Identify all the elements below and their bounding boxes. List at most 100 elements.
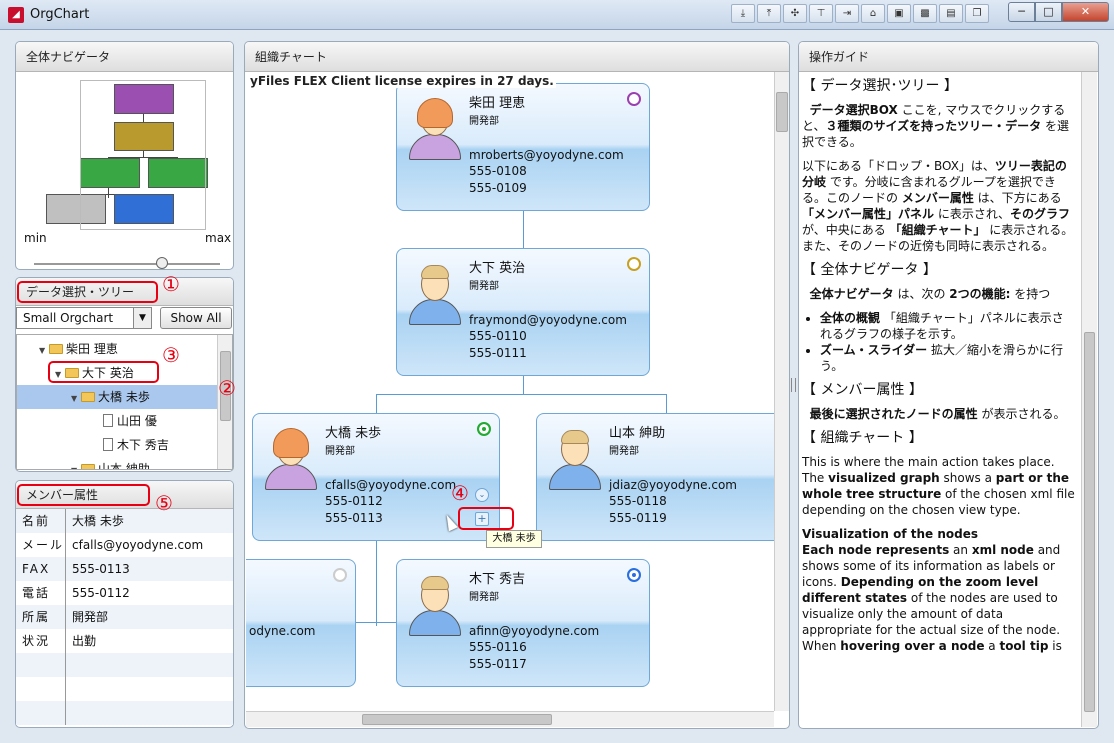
license-notice: yFiles FLEX Client license expires in 27… <box>248 74 556 88</box>
attr-row-empty <box>16 653 233 677</box>
guide-paragraph: Visualization of the nodes Each node repr… <box>802 527 1062 653</box>
org-tree: ▼柴田 理恵 ▼大下 英治 ▼大橋 未歩 山田 優 木下 秀吉 ▼山本 紳助 <box>16 334 233 470</box>
attr-row-empty <box>16 677 233 701</box>
nav-viewport[interactable] <box>80 80 206 230</box>
attr-row: 状況 出勤 <box>16 629 233 653</box>
annotation-box <box>458 507 514 530</box>
tool8-icon[interactable]: ▩ <box>913 4 937 23</box>
org-chart-canvas[interactable]: 柴田 理恵 開発部 mroberts@yoyodyne.com 555-0108… <box>246 72 774 711</box>
combo-value: Small Orgchart <box>23 311 114 325</box>
tool10-icon[interactable]: ❐ <box>965 4 989 23</box>
collapse-chevron-icon[interactable]: ⌄ <box>475 488 489 502</box>
expand-arrow-icon[interactable]: ▼ <box>71 387 81 411</box>
attr-row: メール cfalls@yoyodyne.com <box>16 533 233 557</box>
male-avatar-icon <box>407 574 463 636</box>
tree-item[interactable]: ▼ 柴田 理恵 <box>17 337 217 361</box>
annotation-number: ③ <box>162 343 180 367</box>
guide-heading: 【 全体ナビゲータ 】 <box>802 262 937 278</box>
tool9-icon[interactable]: ▤ <box>939 4 963 23</box>
chart-edge <box>666 394 667 414</box>
tool5-icon[interactable]: ⇥ <box>835 4 859 23</box>
guide-heading: 【 組織チャート 】 <box>802 430 923 446</box>
app-logo-icon: ◢ <box>8 7 24 23</box>
close-button[interactable]: ✕ <box>1062 2 1109 22</box>
female-avatar-icon <box>407 98 463 160</box>
title-bar: ◢ OrgChart ⤓ ⤒ ✣ ⊤ ⇥ ⌂ ▣ ▩ ▤ ❐ ─ □ ✕ <box>0 0 1114 30</box>
org-node[interactable]: 木下 秀吉 開発部 afinn@yoyodyne.com 555-0116 55… <box>396 559 650 687</box>
navigator-overview[interactable] <box>22 80 208 230</box>
minimize-button[interactable]: ─ <box>1008 2 1035 22</box>
org-node[interactable]: odyne.com <box>246 559 356 687</box>
chart-edge <box>376 394 666 395</box>
zoom-slider-track[interactable] <box>34 263 220 265</box>
expand-arrow-icon[interactable]: ▼ <box>71 459 81 469</box>
guide-paragraph: 最後に選択されたノードの属性 が表示される。 <box>809 407 1066 421</box>
org-node[interactable]: 山本 紳助 開発部 jdiaz@yoyodyne.com 555-0118 55… <box>536 413 774 541</box>
org-node[interactable]: 柴田 理恵 開発部 mroberts@yoyodyne.com 555-0108… <box>396 83 650 211</box>
folder-icon <box>81 392 95 402</box>
guide-vscrollbar[interactable] <box>1081 72 1097 727</box>
tree-size-combo[interactable]: Small Orgchart ▼ <box>16 307 152 329</box>
zoom-max-label: max <box>205 231 232 245</box>
annotation-number: ⑤ <box>155 491 173 515</box>
tool1-icon[interactable]: ⤓ <box>731 4 755 23</box>
tree-scrollbar[interactable] <box>217 335 232 469</box>
tree-item[interactable]: ▼山本 紳助 <box>17 457 217 469</box>
attr-row: FAX 555-0113 <box>16 557 233 581</box>
chevron-down-icon[interactable]: ▼ <box>133 308 151 328</box>
folder-icon <box>81 464 95 469</box>
annotation-number: ② <box>218 376 236 400</box>
expand-arrow-icon[interactable]: ▼ <box>39 339 49 363</box>
status-indicator-icon <box>333 568 347 582</box>
zoom-slider-thumb[interactable] <box>156 257 168 269</box>
chart-edge <box>356 622 396 623</box>
tool6-icon[interactable]: ⌂ <box>861 4 885 23</box>
chart-edge <box>376 394 377 414</box>
guide-content: 【 データ選択･ツリー 】 データ選択BOX ここを, マウスでクリックすると、… <box>800 72 1078 727</box>
maximize-button[interactable]: □ <box>1035 2 1062 22</box>
status-indicator-icon <box>477 422 491 436</box>
tree-item[interactable]: 山田 優 <box>17 409 217 433</box>
tool2-icon[interactable]: ⤒ <box>757 4 781 23</box>
document-icon <box>103 414 113 427</box>
guide-list-item: 全体の概観 「組織チャート」パネルに表示されるグラフの様子を示す。 <box>820 310 1075 342</box>
guide-vscroll-thumb[interactable] <box>1084 332 1095 712</box>
status-indicator-icon <box>627 257 641 271</box>
chart-panel-title: 組織チャート <box>245 42 789 72</box>
guide-paragraph: This is where the main action takes plac… <box>802 455 1075 517</box>
show-all-button[interactable]: Show All <box>160 307 232 329</box>
annotation-number: ④ <box>451 481 469 505</box>
chart-hscrollbar[interactable] <box>246 711 774 727</box>
node-tooltip: 大橋 未歩 <box>486 530 542 548</box>
document-icon <box>103 438 113 451</box>
annotation-number: ① <box>162 272 180 296</box>
guide-panel-title: 操作ガイド <box>799 42 1098 72</box>
tool7-icon[interactable]: ▣ <box>887 4 911 23</box>
tree-item[interactable]: 木下 秀吉 <box>17 433 217 457</box>
attr-row: 所属 開発部 <box>16 605 233 629</box>
navigator-title: 全体ナビゲータ <box>16 42 233 72</box>
guide-list-item: ズーム・スライダー 拡大／縮小を滑らかに行う。 <box>820 342 1075 374</box>
tree-item-selected[interactable]: ▼ 大橋 未歩 <box>17 385 217 409</box>
chart-hscroll-thumb[interactable] <box>362 714 552 725</box>
annotation-box <box>17 281 158 303</box>
splitter-handle-icon[interactable] <box>791 378 796 392</box>
attr-row: 電話 555-0112 <box>16 581 233 605</box>
window-title: OrgChart <box>30 7 90 22</box>
guide-list: 全体の概観 「組織チャート」パネルに表示されるグラフの様子を示す。 ズーム・スラ… <box>820 310 1075 374</box>
tool4-icon[interactable]: ⊤ <box>809 4 833 23</box>
guide-paragraph: データ選択BOX ここを, マウスでクリックすると、３種類のサイズを持ったツリー… <box>802 103 1070 149</box>
attr-row: 名前 大橋 未歩 <box>16 509 233 533</box>
member-attr-table: 名前 大橋 未歩 メール cfalls@yoyodyne.com FAX 555-01… <box>16 509 233 725</box>
guide-heading: 【 データ選択･ツリー 】 <box>802 78 958 94</box>
chart-edge <box>523 376 524 395</box>
window-controls: ─ □ ✕ <box>1008 2 1109 22</box>
org-node[interactable]: 大下 英治 開発部 fraymond@yoyodyne.com 555-0110… <box>396 248 650 376</box>
zoom-min-label: min <box>24 231 47 245</box>
chart-vscrollbar[interactable] <box>774 72 789 711</box>
chart-vscroll-thumb[interactable] <box>776 92 788 132</box>
status-indicator-icon <box>627 568 641 582</box>
folder-icon <box>49 344 63 354</box>
tool3-icon[interactable]: ✣ <box>783 4 807 23</box>
attr-row-empty <box>16 701 233 725</box>
